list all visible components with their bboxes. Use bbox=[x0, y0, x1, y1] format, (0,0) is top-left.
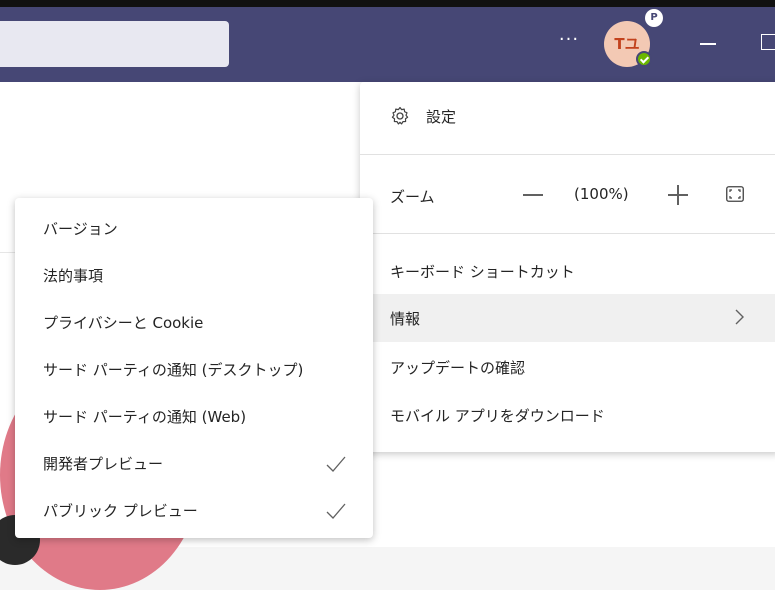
submenu-item-third-party-desktop[interactable]: サード パーティの通知 (デスクトップ) bbox=[15, 347, 373, 394]
submenu-item-label: サード パーティの通知 (デスクトップ) bbox=[43, 361, 304, 379]
presence-available-icon bbox=[636, 51, 652, 67]
gear-icon bbox=[391, 106, 409, 125]
checkmark-icon bbox=[326, 456, 346, 472]
menu-item-label: キーボード ショートカット bbox=[390, 263, 575, 281]
menu-item-settings[interactable]: 設定 bbox=[360, 82, 775, 154]
preview-badge: P bbox=[645, 9, 663, 27]
submenu-item-label: 法的事項 bbox=[43, 267, 104, 285]
menu-item-keyboard-shortcuts[interactable]: キーボード ショートカット bbox=[360, 246, 775, 294]
about-submenu: バージョン 法的事項 プライバシーと Cookie サード パーティの通知 (デ… bbox=[15, 198, 373, 538]
menu-item-label: モバイル アプリをダウンロード bbox=[390, 407, 605, 425]
title-bar: ··· Tユ P bbox=[0, 0, 775, 82]
menu-item-download-mobile-app[interactable]: モバイル アプリをダウンロード bbox=[360, 390, 775, 438]
window-top-edge bbox=[0, 0, 775, 7]
fullscreen-icon[interactable] bbox=[726, 186, 744, 202]
zoom-out-button[interactable] bbox=[523, 194, 543, 196]
menu-divider bbox=[360, 233, 775, 234]
settings-label: 設定 bbox=[426, 108, 457, 126]
settings-menu: 設定 ズーム (100%) キーボード ショートカット 情報 アップデートの確認… bbox=[360, 82, 775, 452]
submenu-item-public-preview[interactable]: パブリック プレビュー bbox=[15, 488, 373, 535]
submenu-item-label: プライバシーと Cookie bbox=[43, 314, 204, 332]
zoom-in-button[interactable] bbox=[668, 185, 688, 205]
submenu-item-label: パブリック プレビュー bbox=[43, 502, 198, 520]
chevron-right-icon bbox=[735, 309, 744, 325]
maximize-window-button[interactable] bbox=[761, 34, 775, 50]
menu-item-about[interactable]: 情報 bbox=[360, 294, 775, 342]
zoom-label: ズーム bbox=[390, 188, 435, 206]
search-input[interactable] bbox=[0, 21, 229, 67]
submenu-item-legal[interactable]: 法的事項 bbox=[15, 253, 373, 300]
menu-item-check-updates[interactable]: アップデートの確認 bbox=[360, 342, 775, 390]
checkmark-icon bbox=[326, 503, 346, 519]
submenu-item-privacy-cookies[interactable]: プライバシーと Cookie bbox=[15, 300, 373, 347]
submenu-item-label: バージョン bbox=[43, 220, 118, 238]
menu-item-label: 情報 bbox=[390, 310, 421, 328]
submenu-item-third-party-web[interactable]: サード パーティの通知 (Web) bbox=[15, 394, 373, 441]
submenu-item-label: 開発者プレビュー bbox=[43, 455, 164, 473]
zoom-row: ズーム bbox=[360, 155, 775, 233]
zoom-value: (100%) bbox=[574, 185, 629, 203]
submenu-item-developer-preview[interactable]: 開発者プレビュー bbox=[15, 441, 373, 488]
more-options-button[interactable]: ··· bbox=[555, 30, 583, 54]
submenu-item-version[interactable]: バージョン bbox=[15, 206, 373, 253]
menu-item-label: アップデートの確認 bbox=[390, 359, 526, 377]
submenu-item-label: サード パーティの通知 (Web) bbox=[43, 408, 247, 426]
minimize-window-button[interactable] bbox=[700, 43, 716, 45]
